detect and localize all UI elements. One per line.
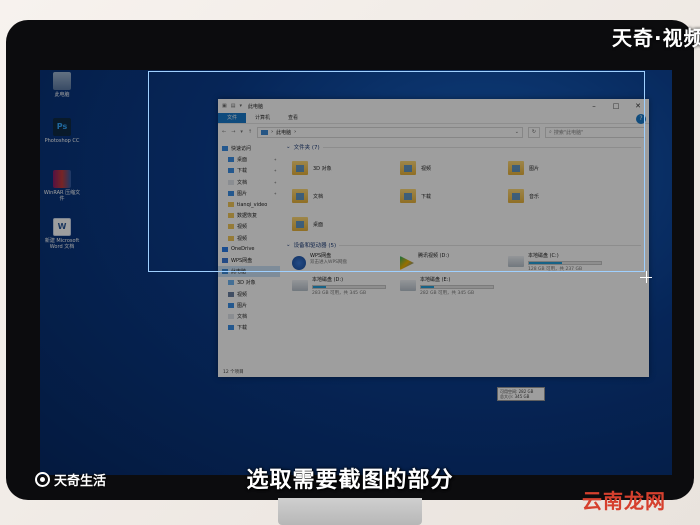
monitor-stand [278,498,422,525]
sidebar-item[interactable]: 视频 [218,288,280,299]
folder-icon [228,291,234,297]
desktop-icon-label: 新建 Microsoft Word 文档 [44,238,80,250]
sidebar-item[interactable]: 下载 [218,322,280,333]
desktop-icon-label: Photoshop CC [44,138,80,144]
folder-icon [228,280,234,286]
sidebar-item[interactable]: 文档 [218,311,280,322]
drive-info: 本地磁盘 (E:) 282 GB 可用，共 345 GB [420,276,494,296]
folder-icon [228,302,234,308]
brand-logo: 天奇·视频 [612,26,700,50]
drive-item[interactable]: 本地磁盘 (E:) 282 GB 可用，共 345 GB [400,276,508,300]
folder-icon [228,325,234,331]
drive-name: 本地磁盘 (E:) [420,277,451,283]
pc-icon [53,72,71,90]
drive-usage-bar [420,285,494,289]
monitor-bezel: 此电脑 Ps Photoshop CC WinRAR 压缩文件 W 新建 Mic… [6,20,694,500]
drive-size: 282 GB 可用，共 345 GB [420,291,475,296]
watermark: 云南龙网 [582,489,666,513]
desktop-icon-winrar[interactable]: WinRAR 压缩文件 [42,170,82,202]
drive-tooltip: 可用空间: 282 GB 总大小: 345 GB [497,387,545,401]
drive-item[interactable]: 本地磁盘 (D:) 283 GB 可用，共 345 GB [292,276,400,300]
hard-drive-icon [292,280,308,291]
desktop-icon-label: 此电脑 [54,92,70,98]
sidebar-item-label: 文档 [237,313,248,320]
desktop-icon-word[interactable]: W 新建 Microsoft Word 文档 [42,218,82,250]
desktop-icon-pc[interactable]: 此电脑 [42,72,82,98]
sidebar-item-label: 3D 对象 [237,280,256,287]
desktop-icon-label: WinRAR 压缩文件 [43,190,81,202]
tooltip-line: 总大小: 345 GB [500,394,530,399]
winrar-icon [53,170,71,188]
hard-drive-icon [400,280,416,291]
sidebar-item-label: 视频 [237,291,248,298]
crosshair-cursor [646,271,647,283]
drive-info: 本地磁盘 (D:) 283 GB 可用，共 345 GB [312,276,386,296]
drive-usage-fill [313,286,326,288]
sidebar-item-label: 图片 [237,302,248,309]
sidebar-item[interactable]: 3D 对象 [218,277,280,288]
drive-size: 283 GB 可用，共 345 GB [312,291,367,296]
status-bar: 12 个项目 [223,370,244,375]
word-doc-icon: W [53,218,71,236]
screenshot-selection[interactable] [148,71,645,272]
drive-name: 本地磁盘 (D:) [312,277,344,283]
drive-usage-bar [312,285,386,289]
desktop-screen: 此电脑 Ps Photoshop CC WinRAR 压缩文件 W 新建 Mic… [40,70,672,475]
sidebar-item-label: 下载 [237,325,248,332]
drive-usage-fill [421,286,434,288]
folder-icon [228,313,234,319]
photoshop-icon: Ps [53,118,71,136]
sidebar-item[interactable]: 图片 [218,300,280,311]
desktop-icon-photoshop[interactable]: Ps Photoshop CC [42,118,82,144]
